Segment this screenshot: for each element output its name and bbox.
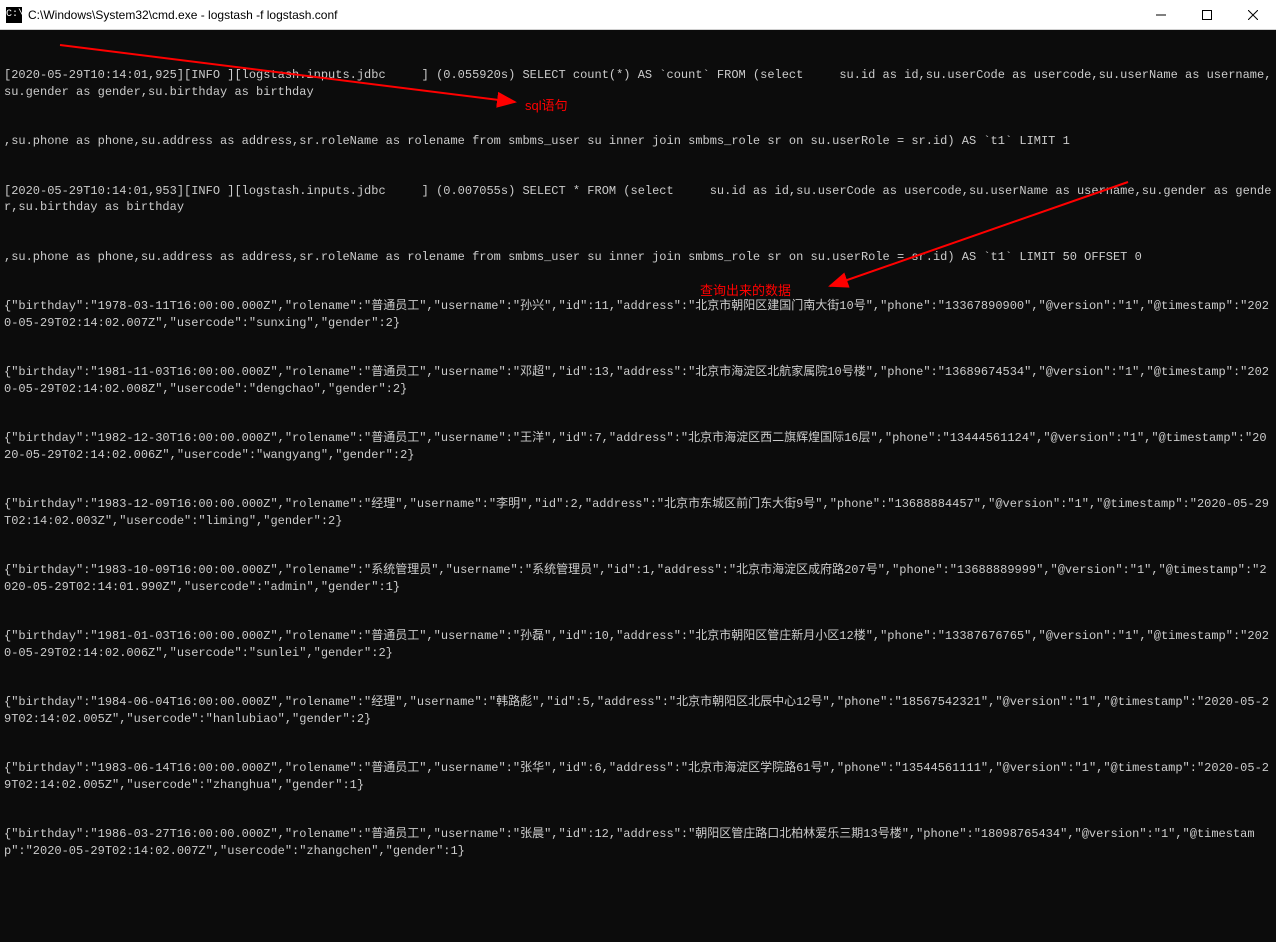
- window-title: C:\Windows\System32\cmd.exe - logstash -…: [28, 8, 1138, 22]
- log-line: [2020-05-29T10:14:01,953][INFO ][logstas…: [4, 183, 1272, 216]
- log-line: {"birthday":"1981-01-03T16:00:00.000Z","…: [4, 628, 1272, 661]
- log-line: {"birthday":"1983-10-09T16:00:00.000Z","…: [4, 562, 1272, 595]
- log-line: [2020-05-29T10:14:01,925][INFO ][logstas…: [4, 67, 1272, 100]
- cmd-icon: C:\: [6, 7, 22, 23]
- window-buttons: [1138, 0, 1276, 29]
- log-line: {"birthday":"1981-11-03T16:00:00.000Z","…: [4, 364, 1272, 397]
- log-line: {"birthday":"1978-03-11T16:00:00.000Z","…: [4, 298, 1272, 331]
- maximize-button[interactable]: [1184, 0, 1230, 30]
- terminal-output[interactable]: [2020-05-29T10:14:01,925][INFO ][logstas…: [0, 30, 1276, 942]
- annotation-sql-label: sql语句: [525, 98, 568, 115]
- window-titlebar: C:\ C:\Windows\System32\cmd.exe - logsta…: [0, 0, 1276, 30]
- log-line: {"birthday":"1983-12-09T16:00:00.000Z","…: [4, 496, 1272, 529]
- minimize-button[interactable]: [1138, 0, 1184, 30]
- close-button[interactable]: [1230, 0, 1276, 30]
- log-line: {"birthday":"1982-12-30T16:00:00.000Z","…: [4, 430, 1272, 463]
- log-line: ,su.phone as phone,su.address as address…: [4, 133, 1272, 150]
- log-line: ,su.phone as phone,su.address as address…: [4, 249, 1272, 266]
- log-line: {"birthday":"1986-03-27T16:00:00.000Z","…: [4, 826, 1272, 859]
- log-line: {"birthday":"1984-06-04T16:00:00.000Z","…: [4, 694, 1272, 727]
- log-line: {"birthday":"1983-06-14T16:00:00.000Z","…: [4, 760, 1272, 793]
